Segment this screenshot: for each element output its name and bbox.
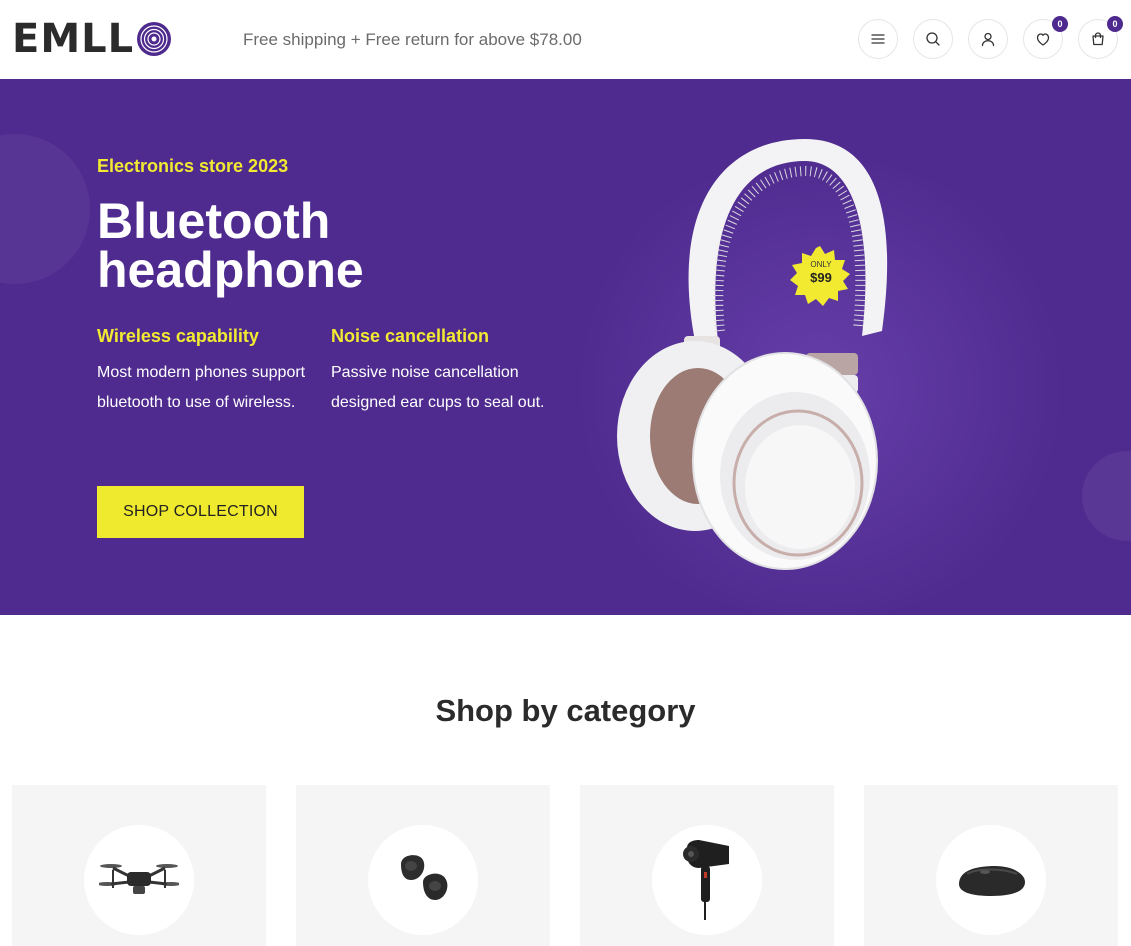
feature-text: Most modern phones support bluetooth to …: [97, 364, 306, 411]
logo-text: EMLL: [12, 16, 135, 62]
category-image-circle: [84, 825, 194, 935]
hero-banner: Electronics store 2023 Bluetooth headpho…: [0, 79, 1131, 615]
menu-icon: [871, 34, 885, 44]
feature-text: Passive noise cancellation designed ear …: [331, 364, 545, 411]
site-header: EMLL Free shipping + Free return for abo…: [0, 0, 1131, 79]
wishlist-count-badge: 0: [1052, 16, 1068, 32]
hair-dryer-icon: [683, 840, 729, 920]
feature-noise-cancellation: Noise cancellation Passive noise cancell…: [331, 325, 551, 418]
logo-disc-icon: [137, 22, 172, 56]
category-image-circle: [368, 825, 478, 935]
mouse-icon: [959, 866, 1025, 896]
cart-count-badge: 0: [1107, 16, 1123, 32]
cart-icon: [1092, 32, 1104, 46]
headphone-image: [617, 139, 888, 570]
category-card-hair-dryers[interactable]: [580, 785, 834, 946]
category-image-circle: [652, 825, 762, 935]
hero-title: Bluetooth headphone: [97, 193, 364, 298]
account-button[interactable]: [968, 19, 1008, 59]
search-icon: [926, 32, 940, 46]
drone-icon: [99, 864, 179, 894]
search-button[interactable]: [913, 19, 953, 59]
hero-decor-circle: [0, 134, 90, 284]
price-tag-price: $99: [810, 270, 832, 285]
menu-button[interactable]: [858, 19, 898, 59]
category-image-circle: [936, 825, 1046, 935]
shop-collection-button[interactable]: SHOP COLLECTION: [97, 486, 304, 538]
earbuds-icon: [401, 855, 448, 900]
wishlist-button[interactable]: 0: [1023, 16, 1068, 59]
heart-icon: [1036, 33, 1050, 46]
feature-wireless: Wireless capability Most modern phones s…: [97, 325, 317, 418]
feature-title: Wireless capability: [97, 326, 259, 346]
feature-title: Noise cancellation: [331, 326, 490, 346]
header-actions: 0 0: [858, 16, 1123, 59]
hero-decor-circle: [1082, 451, 1131, 541]
cart-button[interactable]: 0: [1078, 16, 1123, 59]
user-icon: [981, 32, 995, 47]
category-card-earbuds[interactable]: [296, 785, 550, 946]
logo[interactable]: EMLL: [12, 17, 172, 61]
category-card-mice[interactable]: [864, 785, 1118, 946]
category-card-drones[interactable]: [12, 785, 266, 946]
category-section-title: Shop by category: [435, 693, 696, 728]
hero-eyebrow: Electronics store 2023: [97, 156, 289, 176]
price-tag-label: ONLY: [810, 260, 832, 269]
promo-text: Free shipping + Free return for above $7…: [243, 30, 582, 49]
